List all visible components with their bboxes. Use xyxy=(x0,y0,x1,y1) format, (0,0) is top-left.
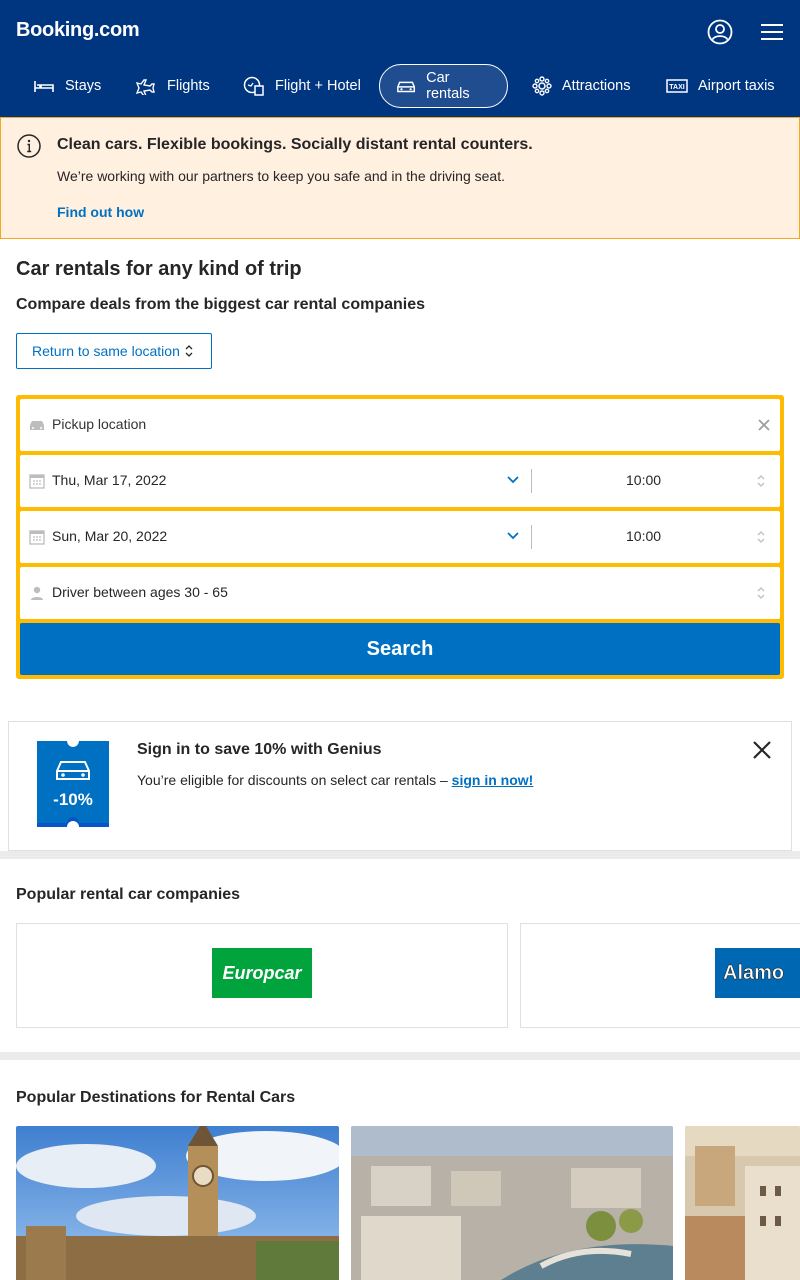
nav-label: Attractions xyxy=(562,78,631,94)
sign-in-link[interactable]: sign in now! xyxy=(452,772,534,788)
banner-text: We’re working with our partners to keep … xyxy=(57,168,505,184)
page-subtitle: Compare deals from the biggest car renta… xyxy=(16,296,426,313)
nav-label: Flight + Hotel xyxy=(275,78,361,94)
find-out-how-link[interactable]: Find out how xyxy=(57,204,144,220)
destinations-title: Popular Destinations for Rental Cars xyxy=(16,1089,296,1106)
company-card-alamo[interactable]: Alamo xyxy=(520,923,800,1028)
destination-card-london[interactable] xyxy=(16,1126,339,1280)
companies-title: Popular rental car companies xyxy=(16,886,241,903)
flight-hotel-icon xyxy=(243,76,264,96)
genius-text: You’re eligible for discounts on select … xyxy=(137,772,533,788)
calendar-icon xyxy=(29,530,45,545)
banner-title: Clean cars. Flexible bookings. Socially … xyxy=(57,136,533,153)
europcar-logo: Europcar xyxy=(212,948,312,998)
info-icon xyxy=(17,134,41,158)
genius-ticket-icon: -10% xyxy=(37,741,109,827)
car-icon xyxy=(30,421,44,430)
svg-text:TAXI: TAXI xyxy=(669,84,684,91)
return-location-select[interactable]: Return to same location xyxy=(16,333,212,369)
pickup-date-field[interactable]: Thu, Mar 17, 2022 10:00 xyxy=(20,455,780,507)
madrid-image xyxy=(685,1126,800,1280)
return-location-label: Return to same location xyxy=(32,343,180,359)
europcar-logo-text: Europcar xyxy=(222,962,302,983)
genius-description: You’re eligible for discounts on select … xyxy=(137,772,448,788)
driver-age-field[interactable]: Driver between ages 30 - 65 xyxy=(20,567,780,619)
dropoff-time-value[interactable]: 10:00 xyxy=(626,528,661,544)
nav-label: Flights xyxy=(167,78,210,94)
destination-card-paris[interactable] xyxy=(351,1126,673,1280)
bed-icon xyxy=(34,81,54,92)
page-title: Car rentals for any kind of trip xyxy=(16,258,302,280)
driver-age-value: Driver between ages 30 - 65 xyxy=(52,584,228,600)
logo[interactable]: Booking.com xyxy=(16,19,140,42)
nav-flights[interactable]: Flights xyxy=(118,64,227,108)
destination-card-madrid[interactable] xyxy=(685,1126,800,1280)
attractions-icon xyxy=(532,76,552,96)
account-icon[interactable] xyxy=(707,19,733,45)
car-icon xyxy=(397,81,416,93)
up-down-chevron-icon xyxy=(757,531,765,543)
taxi-icon: TAXI xyxy=(666,79,688,93)
pickup-location-input[interactable]: Pickup location xyxy=(52,416,146,432)
plane-icon xyxy=(135,79,155,95)
menu-icon[interactable] xyxy=(760,22,784,42)
dropoff-date-value: Sun, Mar 20, 2022 xyxy=(52,528,168,544)
genius-title: Sign in to save 10% with Genius xyxy=(137,741,382,758)
london-image xyxy=(16,1126,339,1280)
header: Booking.com Stays Flights Flight + Hotel… xyxy=(0,0,800,117)
search-button[interactable]: Search xyxy=(20,623,780,675)
pickup-date-value: Thu, Mar 17, 2022 xyxy=(52,472,167,488)
nav-attractions[interactable]: Attractions xyxy=(515,64,648,108)
alamo-logo: Alamo xyxy=(715,948,800,998)
section-divider xyxy=(0,851,800,859)
section-divider xyxy=(0,1052,800,1060)
nav-airport-taxis[interactable]: TAXI Airport taxis xyxy=(649,64,792,108)
pickup-location-field[interactable]: Pickup location xyxy=(20,399,780,451)
up-down-chevron-icon xyxy=(185,345,193,357)
pickup-time-value[interactable]: 10:00 xyxy=(626,472,661,488)
nav-flight-hotel[interactable]: Flight + Hotel xyxy=(226,64,378,108)
paris-image xyxy=(351,1126,673,1280)
divider xyxy=(531,469,532,493)
divider xyxy=(531,525,532,549)
nav-label: Car rentals xyxy=(426,70,470,102)
clear-icon[interactable] xyxy=(758,419,770,431)
genius-badge-text: -10% xyxy=(53,790,93,809)
chevron-down-icon xyxy=(507,476,519,484)
up-down-chevron-icon xyxy=(757,475,765,487)
dropoff-date-field[interactable]: Sun, Mar 20, 2022 10:00 xyxy=(20,511,780,563)
up-down-chevron-icon xyxy=(757,587,765,599)
nav-car-rentals[interactable]: Car rentals xyxy=(379,64,508,108)
nav-label: Stays xyxy=(65,78,102,94)
close-icon[interactable] xyxy=(752,740,772,760)
person-icon xyxy=(31,586,43,600)
nav-stays[interactable]: Stays xyxy=(16,64,118,108)
alamo-logo-text: Alamo xyxy=(723,961,785,984)
nav-label: Airport taxis xyxy=(698,78,775,94)
chevron-down-icon xyxy=(507,532,519,540)
company-card-europcar[interactable]: Europcar xyxy=(16,923,508,1028)
calendar-icon xyxy=(29,474,45,489)
